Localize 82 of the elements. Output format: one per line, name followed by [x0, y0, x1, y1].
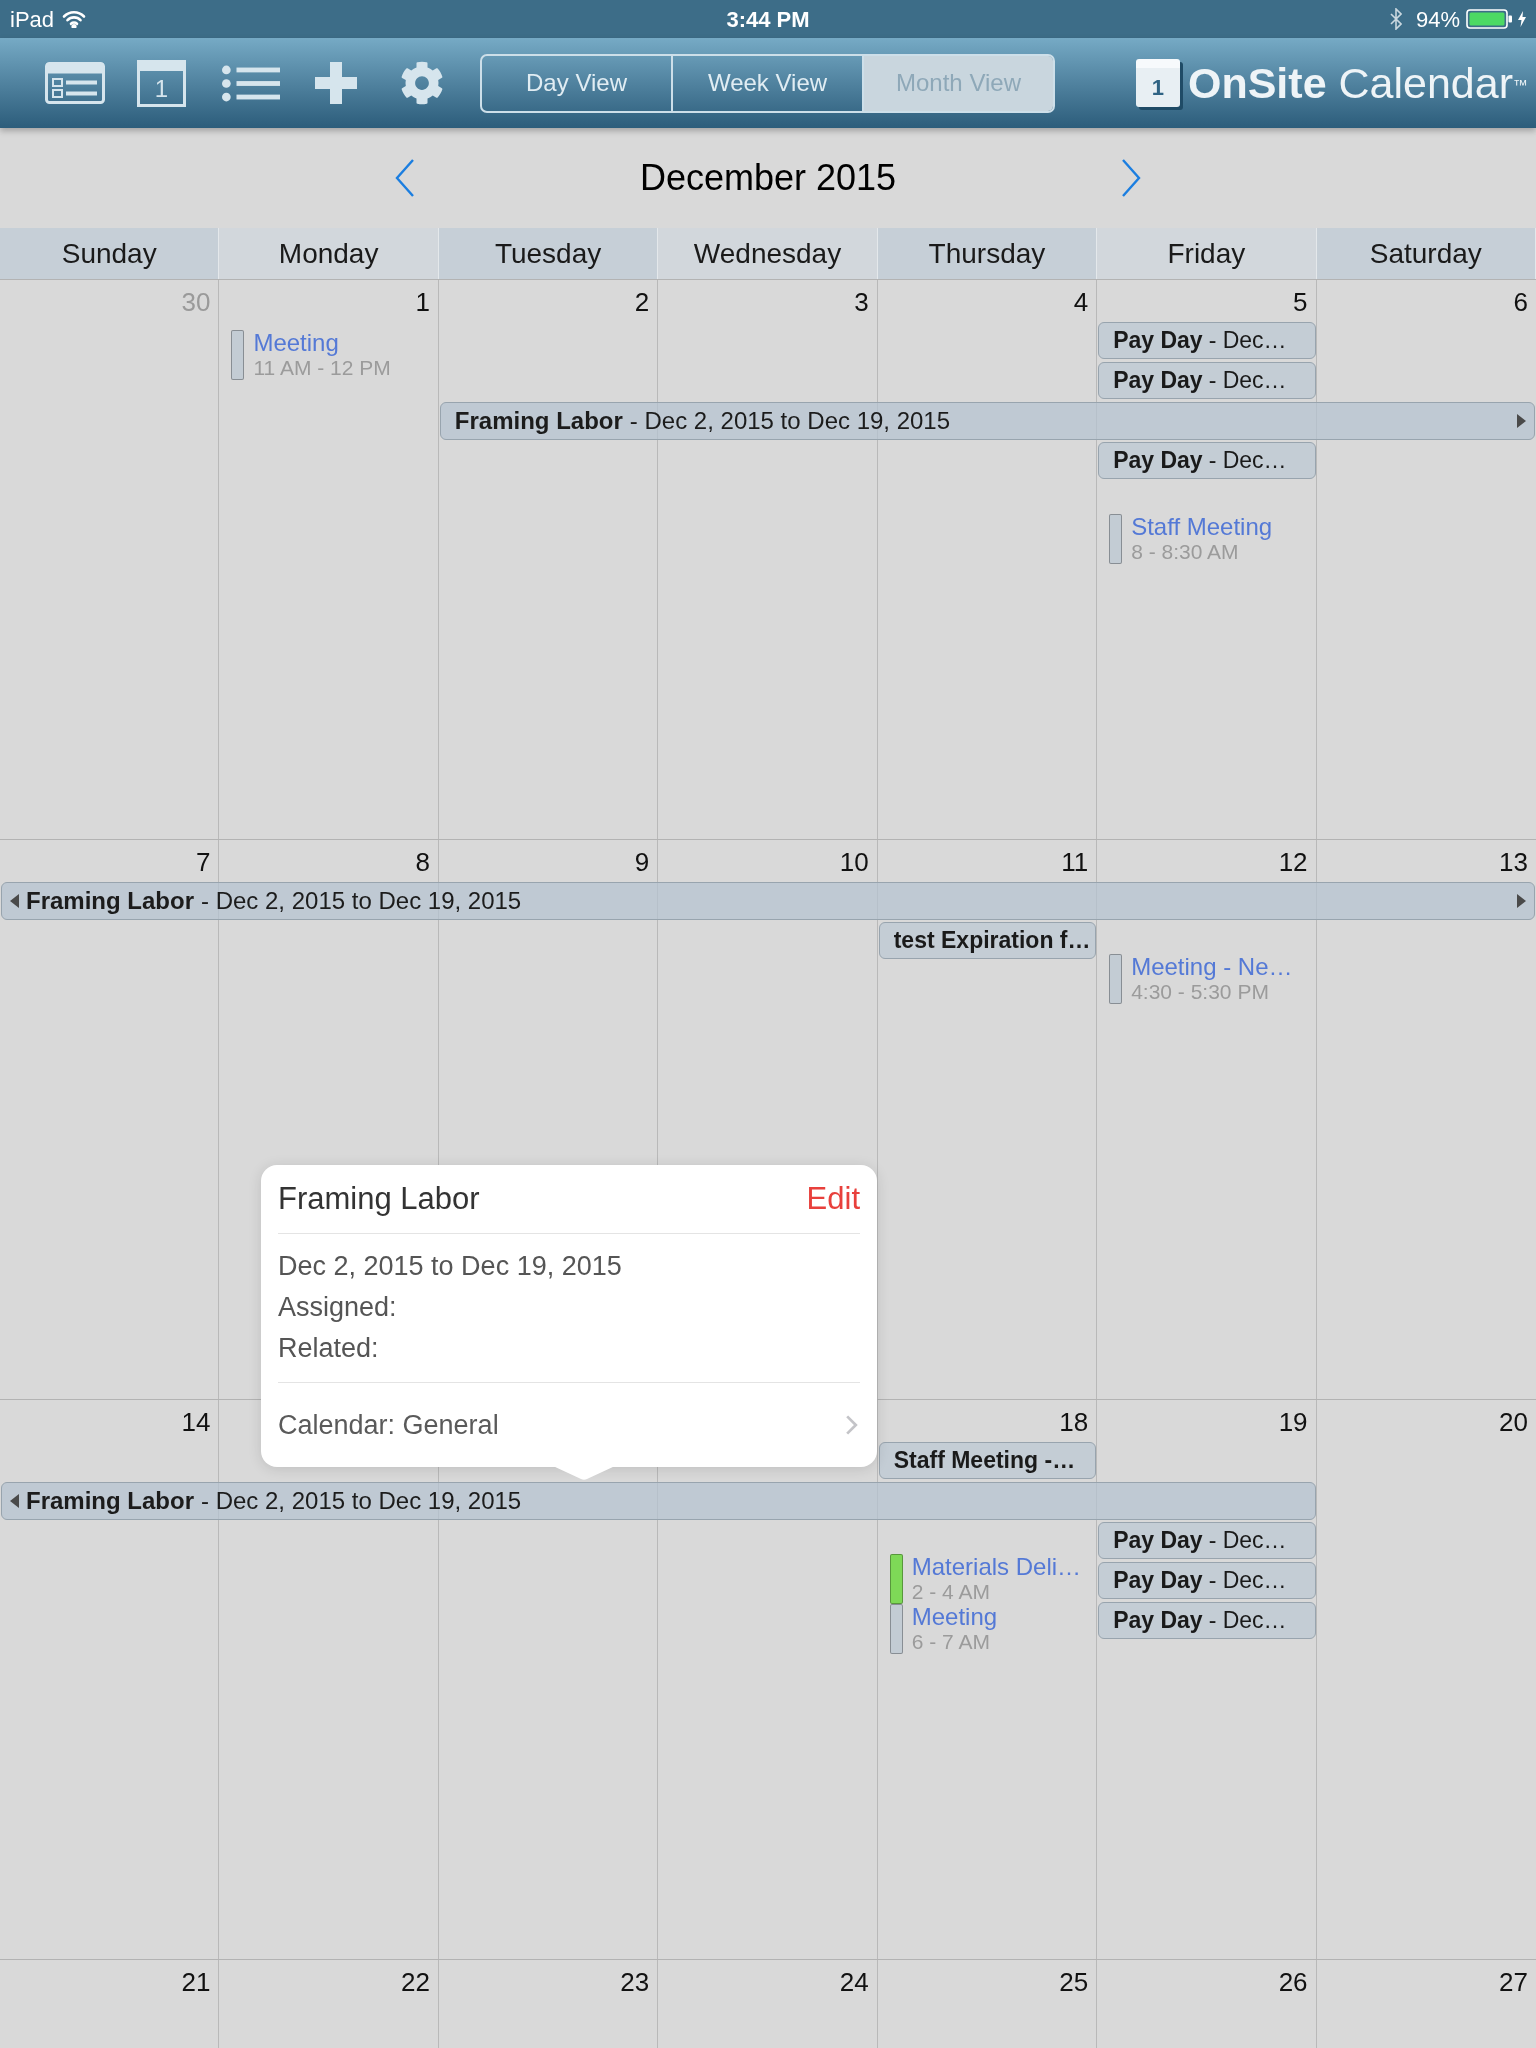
event-time: 8 - 8:30 AM	[1131, 540, 1240, 564]
card-list-icon	[45, 62, 105, 104]
event-chip[interactable]: Pay Day - Dec…	[1098, 1522, 1316, 1559]
chevron-right-icon	[845, 1414, 858, 1436]
event-chip[interactable]: test Expiration f…	[878, 922, 1097, 959]
caret-left-icon	[10, 1494, 19, 1508]
event-chip[interactable]: Pay Day - Dec…	[1098, 442, 1316, 479]
day-number: 12	[1278, 847, 1308, 877]
day-number: 11	[1061, 847, 1089, 877]
day-number: 14	[181, 1407, 211, 1437]
weekday-header: Saturday	[1369, 236, 1482, 271]
day-number: 7	[195, 847, 211, 877]
event-banner[interactable]: Framing Labor - Dec 2, 2015 to Dec 19, 2015	[1, 882, 1535, 920]
weekday-header: Tuesday	[494, 236, 602, 271]
app-logo: OnSite Calendar$^{™}$	[1187, 61, 1528, 105]
weekday-header: Wednesday	[693, 236, 842, 271]
weekday-header: Thursday	[928, 236, 1046, 271]
event-time: 2 - 4 AM	[911, 1580, 991, 1604]
event-time: 11 AM - 12 PM	[253, 356, 391, 380]
battery-percent: 94%	[1415, 5, 1460, 34]
day-number: 5	[1293, 287, 1308, 317]
day-number: 24	[839, 1967, 869, 1997]
day-number: 10	[839, 847, 869, 877]
month-title: December 2015	[638, 156, 898, 200]
weekday-header: Monday	[278, 236, 379, 271]
weekday-header: Sunday	[61, 236, 157, 271]
day-number: 20	[1499, 1407, 1528, 1437]
day-number: 22	[400, 1967, 430, 1997]
event-chip[interactable]: Pay Day - Dec…	[1098, 1562, 1316, 1599]
card-view-button[interactable]	[44, 61, 106, 105]
day-number: 25	[1059, 1967, 1089, 1997]
day-number: 30	[181, 287, 211, 317]
date-range: Dec 2, 2015 to Dec 19, 2015	[278, 1250, 622, 1283]
plus-icon	[315, 62, 357, 104]
settings-icon	[400, 61, 444, 105]
weekday-header: Friday	[1167, 236, 1246, 271]
event-chip[interactable]: Pay Day - Dec…	[1098, 1602, 1316, 1639]
day-number: 1	[415, 287, 430, 317]
carrier-label: iPad	[10, 5, 55, 34]
day-number: 3	[854, 287, 869, 317]
day-number: 21	[181, 1967, 211, 1997]
settings-button[interactable]	[399, 60, 445, 106]
calendar-row[interactable]: Calendar: General	[278, 1383, 860, 1467]
event-banner[interactable]: Framing Labor - Dec 2, 2015 to Dec 19, 2015	[1, 1482, 1316, 1520]
logo-badge: 1	[1135, 59, 1180, 107]
event-time: 6 - 7 AM	[911, 1630, 991, 1654]
day-number: 2	[634, 287, 650, 317]
previous-month-button[interactable]	[394, 158, 416, 198]
wifi-icon	[62, 10, 87, 28]
clock-time: 3:44 PM	[726, 5, 810, 34]
caret-left-icon	[10, 894, 19, 908]
day-number: 19	[1278, 1407, 1308, 1437]
edit-button[interactable]: Edit	[806, 1175, 860, 1223]
day-number: 9	[634, 847, 650, 877]
day-number: 26	[1278, 1967, 1308, 1997]
list-view-button[interactable]	[221, 63, 281, 103]
charging-bolt-icon	[1518, 11, 1526, 27]
day-number: 13	[1499, 847, 1528, 877]
chevron-right-icon	[1120, 158, 1142, 198]
chevron-left-icon	[394, 158, 416, 198]
assigned-label: Assigned:	[278, 1291, 397, 1324]
related-label: Related:	[278, 1332, 379, 1365]
view-tab[interactable]: Day View	[482, 55, 671, 111]
add-button[interactable]	[314, 62, 358, 104]
list-icon	[222, 64, 280, 102]
day-number: 4	[1073, 287, 1089, 317]
event-banner[interactable]: Framing Labor - Dec 2, 2015 to Dec 19, 2015	[439, 402, 1535, 440]
popover-title: Framing Labor	[278, 1179, 480, 1218]
caret-right-icon	[1517, 414, 1526, 428]
event-chip[interactable]: Pay Day - Dec…	[1098, 322, 1316, 359]
day-number: 23	[620, 1967, 650, 1997]
caret-right-icon	[1517, 894, 1526, 908]
event-chip[interactable]: Pay Day - Dec…	[1098, 362, 1316, 399]
battery-icon	[1466, 9, 1512, 29]
day-number: 8	[415, 847, 430, 877]
event-chip[interactable]: Staff Meeting -…	[878, 1442, 1097, 1479]
day-number: 18	[1059, 1407, 1089, 1437]
day-number: 27	[1499, 1967, 1528, 1997]
event-time: 4:30 - 5:30 PM	[1131, 980, 1270, 1004]
bluetooth-icon	[1389, 8, 1402, 30]
next-month-button[interactable]	[1120, 158, 1142, 198]
day-number: 6	[1513, 287, 1528, 317]
